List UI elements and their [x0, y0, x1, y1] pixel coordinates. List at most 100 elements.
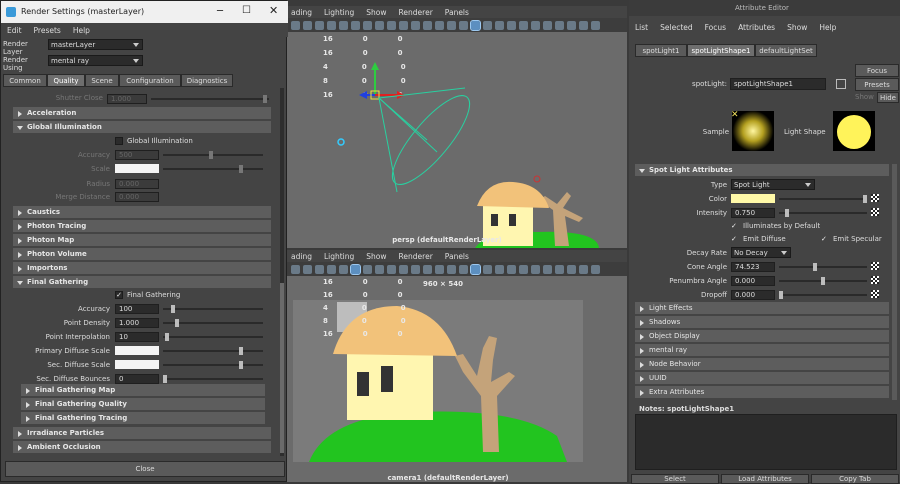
toolbar-icon[interactable] [495, 20, 504, 30]
gi-scale-color[interactable] [115, 164, 159, 173]
dropoff-map-icon[interactable] [871, 290, 879, 298]
menu-edit[interactable]: Edit [7, 26, 22, 35]
tab-scene[interactable]: Scene [85, 74, 119, 87]
toolbar-icon[interactable] [387, 264, 396, 274]
gi-accuracy-field[interactable]: 500 [115, 150, 159, 160]
load-attributes-button[interactable]: Load Attributes [721, 474, 809, 484]
menu-show[interactable]: Show [366, 252, 386, 261]
toolbar-icon[interactable] [507, 264, 516, 274]
toolbar-icon[interactable] [470, 19, 481, 31]
slider-handle[interactable] [165, 333, 169, 341]
fg-sec-bounces-slider[interactable] [163, 375, 263, 383]
node-name-field[interactable]: spotLightShape1 [730, 78, 826, 90]
section-final-gathering[interactable]: Final Gathering [13, 276, 271, 288]
menu-shading[interactable]: ading [291, 8, 312, 17]
render-layer-dropdown[interactable]: masterLayer [48, 39, 143, 50]
toolbar-icon[interactable] [459, 20, 468, 30]
tab-defaultlightset[interactable]: defaultLightSet [755, 44, 817, 57]
fg-sec-diffuse-color[interactable] [115, 360, 159, 369]
toolbar-icon[interactable] [543, 264, 552, 274]
menu-renderer[interactable]: Renderer [399, 8, 433, 17]
gi-accuracy-slider[interactable] [163, 151, 263, 159]
emit-specular-checkbox[interactable]: ✓ [821, 235, 827, 243]
menu-lighting[interactable]: Lighting [324, 8, 354, 17]
slider-handle[interactable] [209, 151, 213, 159]
scrollbar[interactable] [280, 88, 284, 456]
slider-handle[interactable] [239, 165, 243, 173]
slider-handle[interactable] [171, 305, 175, 313]
toolbar-icon[interactable] [435, 20, 444, 30]
notes-textarea[interactable] [635, 414, 897, 470]
spotlight-cone[interactable] [378, 86, 481, 195]
menu-panels[interactable]: Panels [445, 252, 469, 261]
section-spot-light-attributes[interactable]: Spot Light Attributes [635, 164, 889, 176]
toolbar-icon[interactable] [555, 20, 564, 30]
toolbar-icon[interactable] [303, 20, 312, 30]
toolbar-icon[interactable] [327, 20, 336, 30]
toolbar-icon[interactable] [327, 264, 336, 274]
minimize-icon[interactable]: ─ [217, 6, 223, 17]
toolbar-icon[interactable] [495, 264, 504, 274]
section-extra-attributes[interactable]: Extra Attributes [635, 386, 889, 398]
maximize-icon[interactable]: ☐ [242, 5, 251, 16]
section-importons[interactable]: Importons [13, 262, 271, 274]
fg-primary-diffuse-slider[interactable] [163, 347, 263, 355]
slider-handle[interactable] [785, 209, 789, 217]
color-slider[interactable] [779, 195, 867, 203]
copy-tab-button[interactable]: Copy Tab [811, 474, 899, 484]
section-node-behavior[interactable]: Node Behavior [635, 358, 889, 370]
scrollbar-thumb[interactable] [892, 164, 897, 400]
dropoff-slider[interactable] [779, 291, 867, 299]
toolbar-icon[interactable] [423, 264, 432, 274]
render-settings-titlebar[interactable]: Render Settings (masterLayer) ─ ☐ ✕ [1, 1, 288, 23]
gi-merge-field[interactable]: 0.000 [115, 192, 159, 202]
toolbar-icon[interactable] [507, 20, 516, 30]
penumbra-map-icon[interactable] [871, 276, 879, 284]
section-irradiance-particles[interactable]: Irradiance Particles [13, 427, 271, 439]
section-mental-ray[interactable]: mental ray [635, 344, 889, 356]
fg-point-interp-slider[interactable] [163, 333, 263, 341]
toolbar-icon[interactable] [519, 20, 528, 30]
menu-help[interactable]: Help [73, 26, 90, 35]
color-swatch[interactable] [731, 194, 775, 203]
section-photon-tracing[interactable]: Photon Tracing [13, 220, 271, 232]
tab-spotlightshape1[interactable]: spotLightShape1 [687, 44, 755, 57]
slider-handle[interactable] [821, 277, 825, 285]
section-light-effects[interactable]: Light Effects [635, 302, 889, 314]
section-caustics[interactable]: Caustics [13, 206, 271, 218]
toolbar-icon[interactable] [543, 20, 552, 30]
tab-quality[interactable]: Quality [47, 74, 85, 87]
slider-handle[interactable] [239, 347, 243, 355]
section-shadows[interactable]: Shadows [635, 316, 889, 328]
menu-presets[interactable]: Presets [34, 26, 61, 35]
section-acceleration[interactable]: Acceleration [13, 107, 271, 119]
tab-common[interactable]: Common [3, 74, 47, 87]
cone-angle-slider[interactable] [779, 263, 867, 271]
shutter-close-field[interactable]: 1.000 [107, 94, 147, 104]
menu-panels[interactable]: Panels [445, 8, 469, 17]
fg-point-density-field[interactable]: 1.000 [115, 318, 159, 328]
render-using-dropdown[interactable]: mental ray [48, 55, 143, 66]
section-fg-quality[interactable]: Final Gathering Quality [21, 398, 265, 410]
illuminates-checkbox[interactable]: ✓ [731, 222, 737, 230]
ae-scrollbar[interactable] [892, 164, 897, 400]
slider-handle[interactable] [813, 263, 817, 271]
menu-show[interactable]: Show [787, 23, 807, 32]
toolbar-icon[interactable] [315, 20, 324, 30]
toolbar-icon[interactable] [375, 20, 384, 30]
section-ambient-occlusion[interactable]: Ambient Occlusion [13, 441, 271, 453]
tab-configuration[interactable]: Configuration [119, 74, 181, 87]
menu-shading[interactable]: ading [291, 252, 312, 261]
toolbar-icon[interactable] [519, 264, 528, 274]
fg-sec-bounces-field[interactable]: 0 [115, 374, 159, 384]
tab-spotlight1[interactable]: spotLight1 [635, 44, 687, 57]
spotlight-manipulator[interactable] [337, 62, 405, 146]
gi-radius-field[interactable]: 0.000 [115, 179, 159, 189]
fg-accuracy-field[interactable]: 100 [115, 304, 159, 314]
menu-attributes[interactable]: Attributes [738, 23, 775, 32]
toolbar-icon[interactable] [399, 20, 408, 30]
toolbar-icon[interactable] [531, 264, 540, 274]
menu-lighting[interactable]: Lighting [324, 252, 354, 261]
toolbar-icon[interactable] [435, 264, 444, 274]
toolbar-icon[interactable] [579, 264, 588, 274]
